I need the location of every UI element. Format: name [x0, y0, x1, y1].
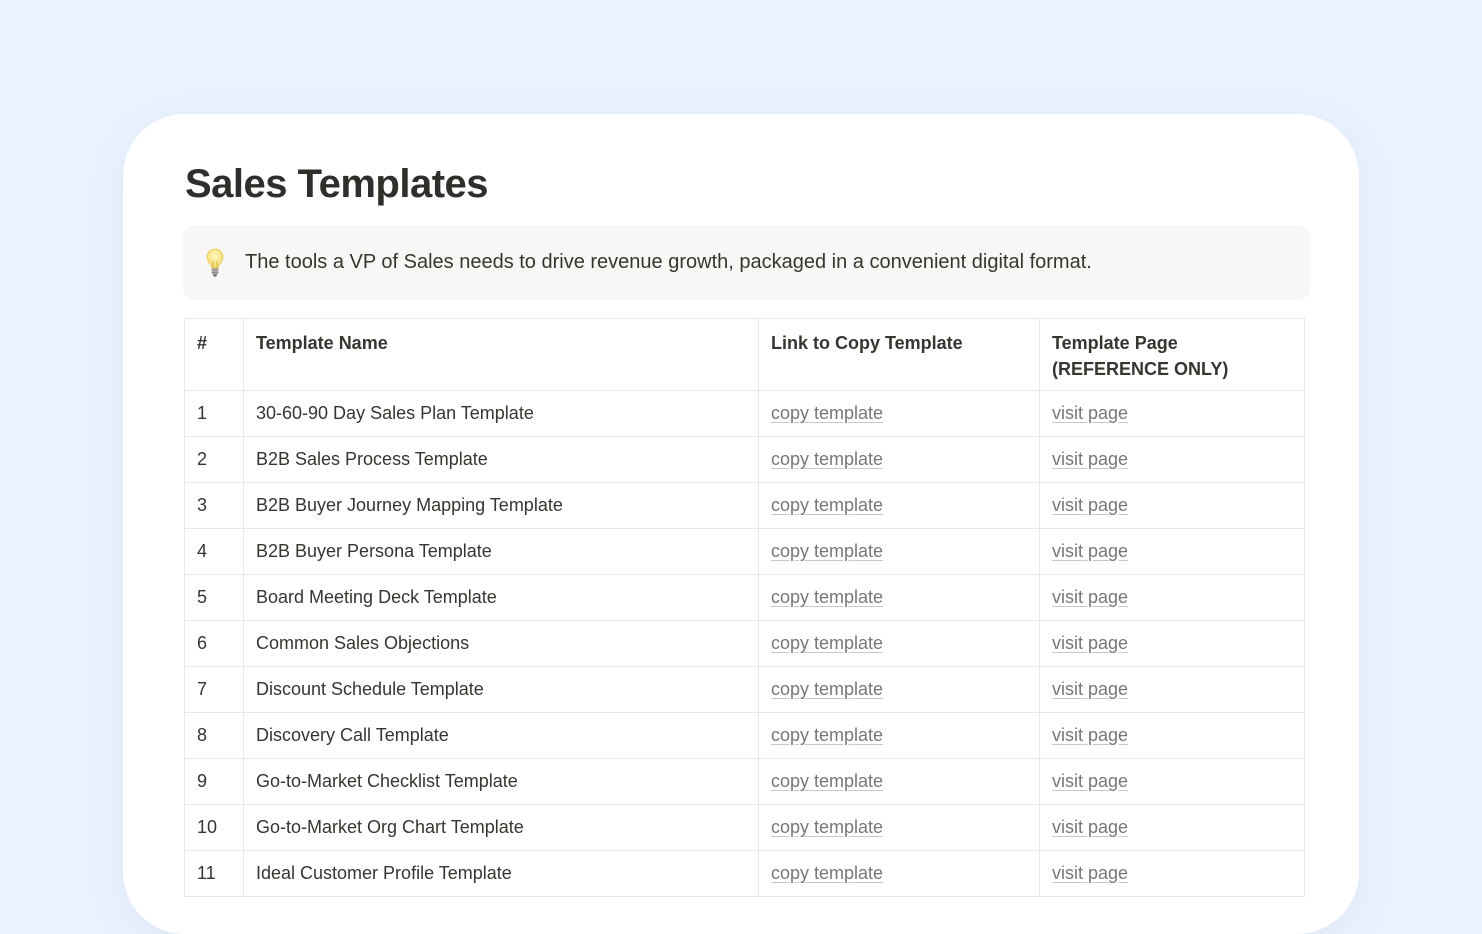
- template-name: B2B Sales Process Template: [243, 436, 759, 483]
- header-number: #: [184, 318, 244, 391]
- visit-page-link[interactable]: visit page: [1052, 679, 1128, 699]
- row-number: 11: [184, 850, 244, 897]
- table-row: 5 Board Meeting Deck Template copy templ…: [184, 574, 1305, 621]
- template-name: Ideal Customer Profile Template: [243, 850, 759, 897]
- header-copy-link: Link to Copy Template: [758, 318, 1040, 391]
- visit-page-link[interactable]: visit page: [1052, 449, 1128, 469]
- page-title: Sales Templates: [185, 162, 489, 206]
- header-template-page-line2: (REFERENCE ONLY): [1052, 359, 1229, 379]
- row-number: 7: [184, 666, 244, 713]
- copy-cell: copy template: [758, 666, 1040, 713]
- copy-cell: copy template: [758, 574, 1040, 621]
- table-row: 4 B2B Buyer Persona Template copy templa…: [184, 528, 1305, 575]
- visit-page-link[interactable]: visit page: [1052, 633, 1128, 653]
- table-row: 1 30-60-90 Day Sales Plan Template copy …: [184, 390, 1305, 437]
- visit-cell: visit page: [1039, 804, 1305, 851]
- copy-template-link[interactable]: copy template: [771, 541, 883, 561]
- visit-page-link[interactable]: visit page: [1052, 863, 1128, 883]
- copy-template-link[interactable]: copy template: [771, 863, 883, 883]
- template-name: B2B Buyer Persona Template: [243, 528, 759, 575]
- visit-cell: visit page: [1039, 666, 1305, 713]
- table-row: 6 Common Sales Objections copy template …: [184, 620, 1305, 667]
- table-row: 9 Go-to-Market Checklist Template copy t…: [184, 758, 1305, 805]
- callout-box: The tools a VP of Sales needs to drive r…: [183, 225, 1310, 300]
- visit-cell: visit page: [1039, 436, 1305, 483]
- visit-page-link[interactable]: visit page: [1052, 771, 1128, 791]
- header-template-name: Template Name: [243, 318, 759, 391]
- visit-page-link[interactable]: visit page: [1052, 403, 1128, 423]
- row-number: 3: [184, 482, 244, 529]
- copy-template-link[interactable]: copy template: [771, 679, 883, 699]
- visit-cell: visit page: [1039, 758, 1305, 805]
- copy-template-link[interactable]: copy template: [771, 633, 883, 653]
- copy-template-link[interactable]: copy template: [771, 587, 883, 607]
- table-row: 11 Ideal Customer Profile Template copy …: [184, 850, 1305, 897]
- template-name: Discount Schedule Template: [243, 666, 759, 713]
- visit-page-link[interactable]: visit page: [1052, 495, 1128, 515]
- visit-page-link[interactable]: visit page: [1052, 541, 1128, 561]
- visit-page-link[interactable]: visit page: [1052, 817, 1128, 837]
- copy-cell: copy template: [758, 436, 1040, 483]
- visit-cell: visit page: [1039, 850, 1305, 897]
- visit-cell: visit page: [1039, 390, 1305, 437]
- copy-cell: copy template: [758, 482, 1040, 529]
- templates-table: # Template Name Link to Copy Template Te…: [184, 318, 1305, 897]
- template-name: B2B Buyer Journey Mapping Template: [243, 482, 759, 529]
- copy-template-link[interactable]: copy template: [771, 817, 883, 837]
- copy-template-link[interactable]: copy template: [771, 449, 883, 469]
- header-template-page: Template Page (REFERENCE ONLY): [1039, 318, 1305, 391]
- visit-cell: visit page: [1039, 574, 1305, 621]
- template-name: Discovery Call Template: [243, 712, 759, 759]
- row-number: 6: [184, 620, 244, 667]
- visit-cell: visit page: [1039, 528, 1305, 575]
- copy-cell: copy template: [758, 758, 1040, 805]
- copy-cell: copy template: [758, 712, 1040, 759]
- table-row: 8 Discovery Call Template copy template …: [184, 712, 1305, 759]
- template-name: Go-to-Market Org Chart Template: [243, 804, 759, 851]
- table-row: 3 B2B Buyer Journey Mapping Template cop…: [184, 482, 1305, 529]
- row-number: 4: [184, 528, 244, 575]
- row-number: 10: [184, 804, 244, 851]
- copy-cell: copy template: [758, 620, 1040, 667]
- lightbulb-icon: [205, 247, 225, 279]
- copy-cell: copy template: [758, 390, 1040, 437]
- template-name: 30-60-90 Day Sales Plan Template: [243, 390, 759, 437]
- table-row: 7 Discount Schedule Template copy templa…: [184, 666, 1305, 713]
- template-name: Go-to-Market Checklist Template: [243, 758, 759, 805]
- templates-table-container: # Template Name Link to Copy Template Te…: [184, 318, 1305, 897]
- visit-cell: visit page: [1039, 482, 1305, 529]
- header-template-page-line1: Template Page: [1052, 333, 1178, 353]
- row-number: 9: [184, 758, 244, 805]
- copy-template-link[interactable]: copy template: [771, 495, 883, 515]
- table-row: 2 B2B Sales Process Template copy templa…: [184, 436, 1305, 483]
- row-number: 1: [184, 390, 244, 437]
- template-name: Common Sales Objections: [243, 620, 759, 667]
- copy-template-link[interactable]: copy template: [771, 771, 883, 791]
- table-header-row: # Template Name Link to Copy Template Te…: [184, 318, 1305, 391]
- content-card: Sales Templates The tools a VP of Sales …: [123, 114, 1359, 934]
- visit-cell: visit page: [1039, 712, 1305, 759]
- visit-page-link[interactable]: visit page: [1052, 725, 1128, 745]
- template-name: Board Meeting Deck Template: [243, 574, 759, 621]
- visit-cell: visit page: [1039, 620, 1305, 667]
- table-row: 10 Go-to-Market Org Chart Template copy …: [184, 804, 1305, 851]
- callout-text: The tools a VP of Sales needs to drive r…: [245, 251, 1092, 273]
- copy-template-link[interactable]: copy template: [771, 725, 883, 745]
- copy-template-link[interactable]: copy template: [771, 403, 883, 423]
- visit-page-link[interactable]: visit page: [1052, 587, 1128, 607]
- row-number: 2: [184, 436, 244, 483]
- row-number: 8: [184, 712, 244, 759]
- copy-cell: copy template: [758, 804, 1040, 851]
- copy-cell: copy template: [758, 850, 1040, 897]
- row-number: 5: [184, 574, 244, 621]
- copy-cell: copy template: [758, 528, 1040, 575]
